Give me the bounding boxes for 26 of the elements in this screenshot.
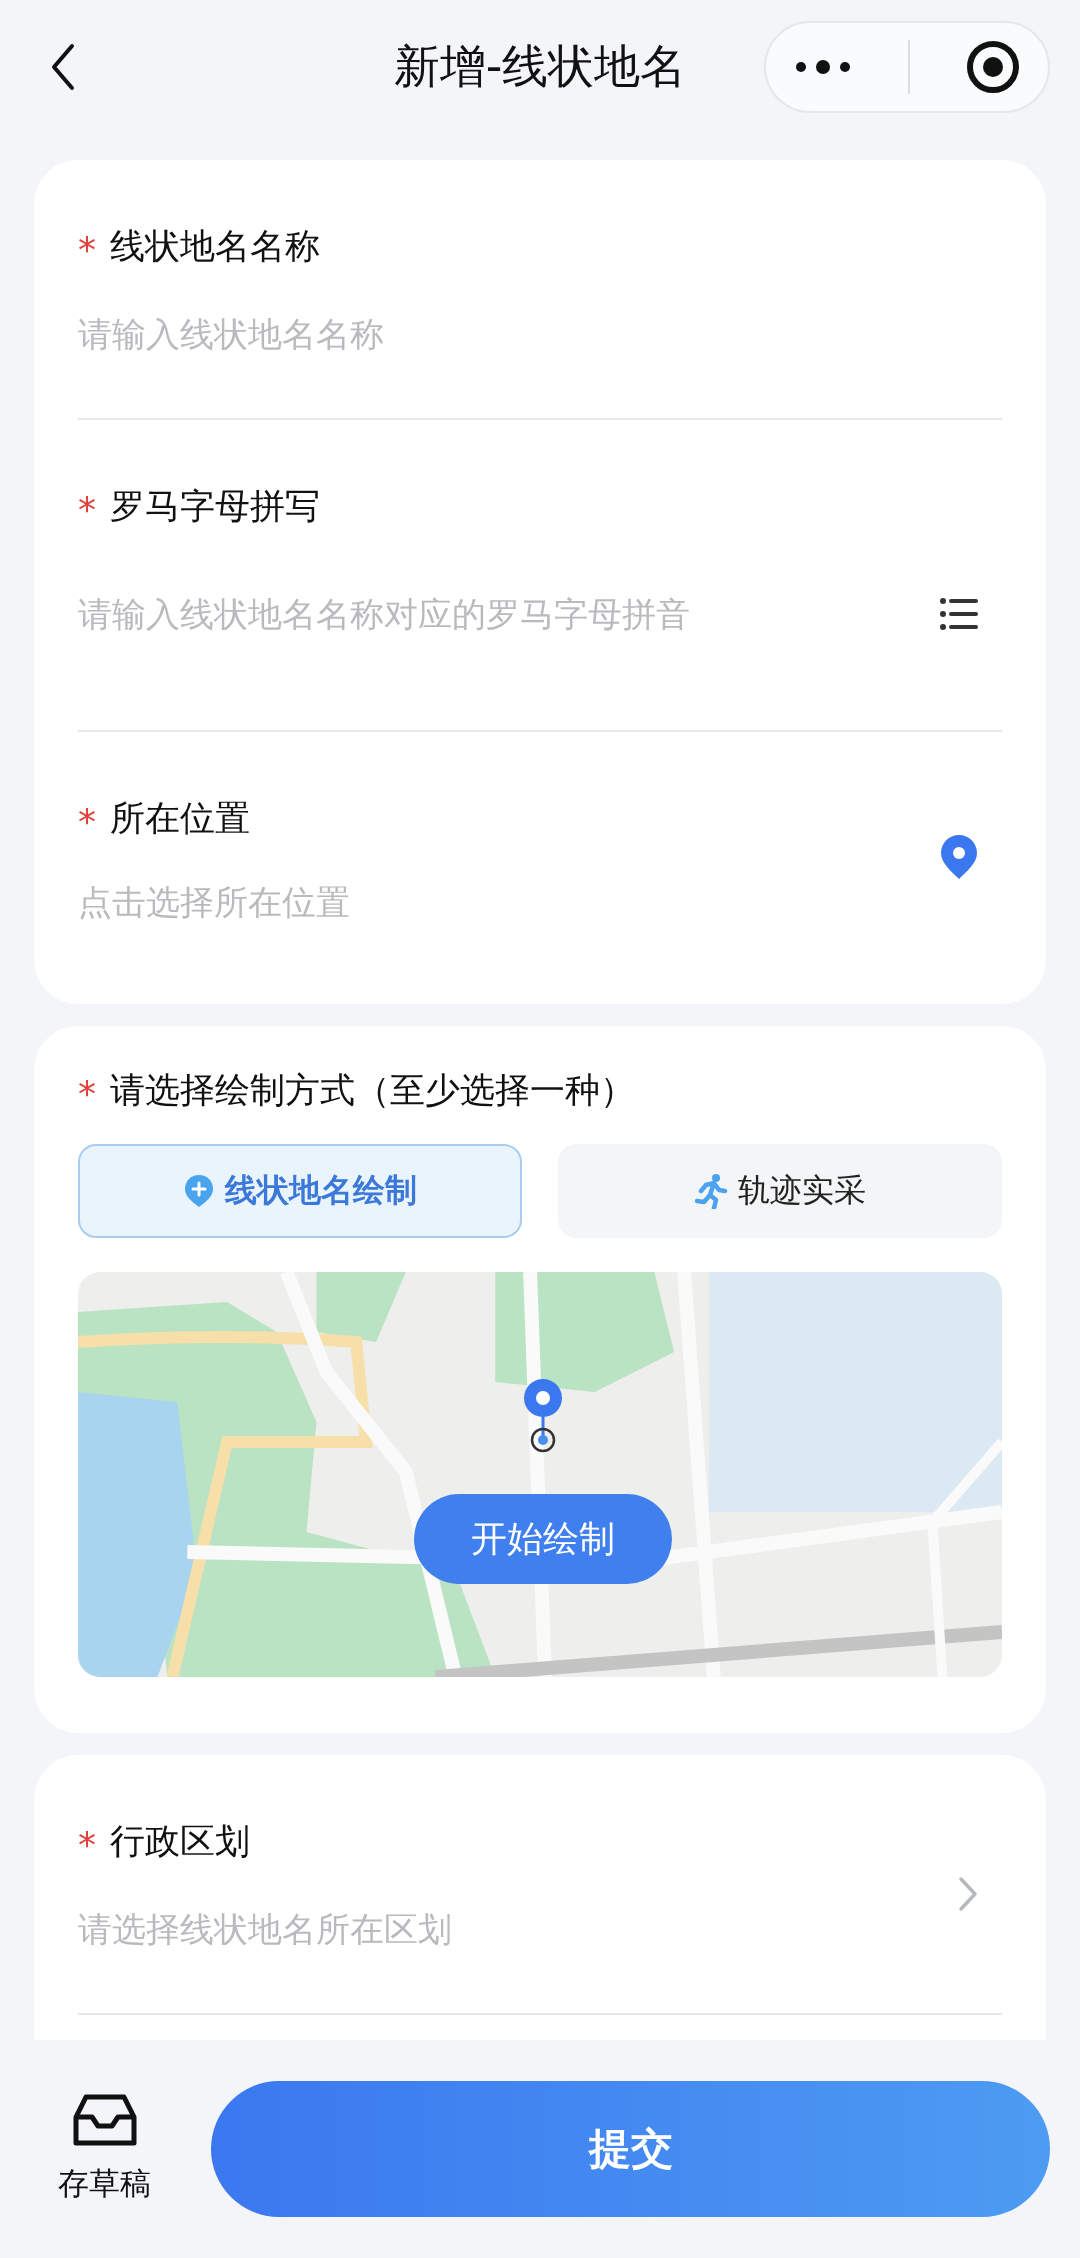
submit-button[interactable]: 提交 xyxy=(211,2081,1050,2217)
field-label: 所在位置 xyxy=(110,797,250,840)
field-label: 罗马字母拼写 xyxy=(110,485,320,528)
field-label: 线状地名名称 xyxy=(110,225,320,268)
field-label: 行政区划 xyxy=(110,1820,250,1863)
field-label: 请选择绘制方式（至少选择一种） xyxy=(110,1069,635,1112)
pin-plus-icon xyxy=(183,1173,215,1209)
save-draft-link[interactable]: 存草稿 xyxy=(58,2163,151,2205)
input-field[interactable]: 请选择线状地名所在区划 xyxy=(78,1909,958,1949)
target-icon[interactable] xyxy=(964,39,1021,95)
required-asterisk: * xyxy=(78,228,96,270)
list-icon[interactable] xyxy=(940,597,978,631)
location-pin-icon[interactable] xyxy=(940,834,978,880)
inbox-icon[interactable] xyxy=(71,2093,138,2149)
required-asterisk: * xyxy=(78,488,96,530)
required-asterisk: * xyxy=(78,1072,96,1114)
page-title: 新增-线状地名 xyxy=(392,38,688,95)
draw-mode-tab[interactable]: 线状地名绘制 xyxy=(78,1144,522,1238)
start-drawing-button[interactable]: 开始绘制 xyxy=(414,1494,672,1584)
draw-mode-tab[interactable]: 轨迹实采 xyxy=(558,1144,1002,1238)
required-asterisk: * xyxy=(78,1823,96,1865)
input-field[interactable]: 请输入线状地名名称对应的罗马字母拼音 xyxy=(78,594,940,634)
required-asterisk: * xyxy=(78,800,96,842)
input-field[interactable]: 点击选择所在位置 xyxy=(78,882,940,922)
running-figure-icon xyxy=(694,1173,728,1209)
input-field[interactable]: 请输入线状地名名称 xyxy=(78,314,1002,354)
